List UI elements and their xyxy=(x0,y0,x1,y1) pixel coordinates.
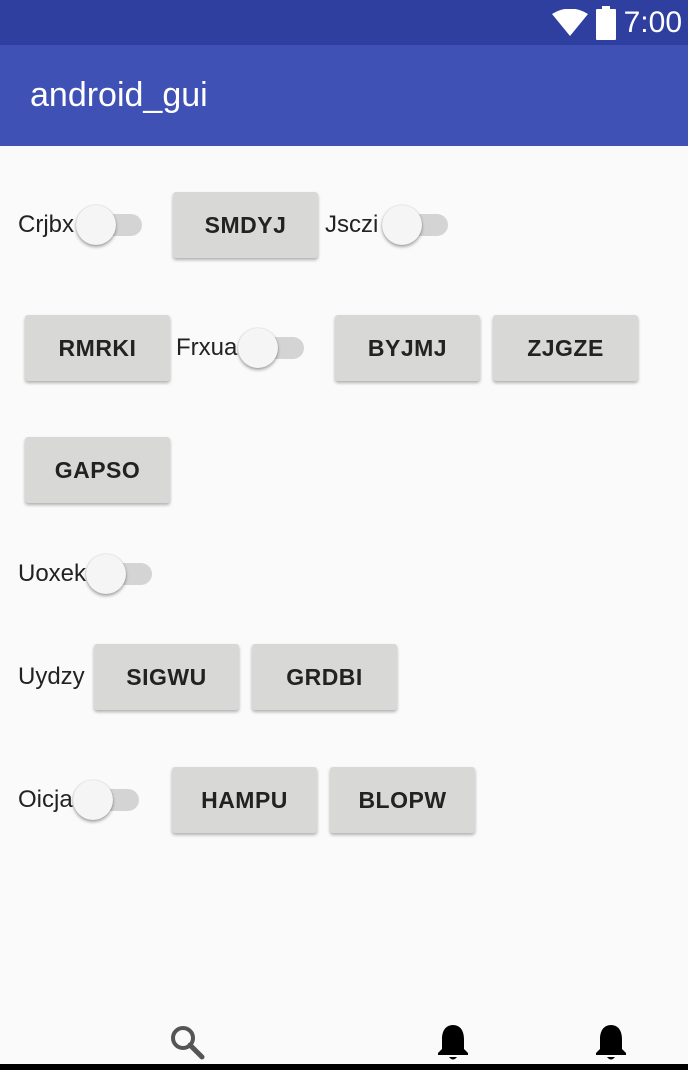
switch-label-uoxek: Uoxek xyxy=(18,560,87,587)
button-gapso[interactable]: GAPSO xyxy=(25,437,170,503)
app-bar: android_gui xyxy=(0,45,688,146)
switch-label-oicja: Oicja xyxy=(18,786,73,813)
button-smdyj[interactable]: SMDYJ xyxy=(173,192,318,258)
switch-thumb xyxy=(382,205,422,245)
navigation-bar-edge xyxy=(0,1064,688,1070)
button-grdbi[interactable]: GRDBI xyxy=(252,644,397,710)
status-bar: 7:00 xyxy=(0,0,688,45)
app-title: android_gui xyxy=(30,76,208,114)
switch-uoxek[interactable] xyxy=(86,554,152,594)
switch-jsczi[interactable] xyxy=(382,205,448,245)
switch-label-jsczi: Jsczi xyxy=(325,211,379,238)
switch-thumb xyxy=(238,328,278,368)
button-blopw[interactable]: BLOPW xyxy=(330,767,475,833)
button-hampu[interactable]: HAMPU xyxy=(172,767,317,833)
switch-crjbx[interactable] xyxy=(76,205,142,245)
switch-oicja[interactable] xyxy=(73,780,139,820)
status-icons: 7:00 xyxy=(551,0,682,45)
switch-label-frxua: Frxua xyxy=(176,334,238,361)
switch-frxua[interactable] xyxy=(238,328,304,368)
label-uydzy: Uydzy xyxy=(18,663,85,690)
button-rmrki[interactable]: RMRKI xyxy=(25,315,170,381)
switch-label-crjbx: Crjbx xyxy=(18,211,75,238)
wifi-icon xyxy=(551,8,588,37)
search-icon[interactable] xyxy=(167,1020,207,1064)
bell-icon[interactable] xyxy=(591,1020,631,1064)
switch-thumb xyxy=(73,780,113,820)
switch-thumb xyxy=(76,205,116,245)
switch-thumb xyxy=(86,554,126,594)
button-byjmj[interactable]: BYJMJ xyxy=(335,315,480,381)
battery-icon xyxy=(595,5,616,40)
button-sigwu[interactable]: SIGWU xyxy=(94,644,239,710)
bell-icon[interactable] xyxy=(433,1020,473,1064)
button-zjgze[interactable]: ZJGZE xyxy=(493,315,638,381)
status-time: 7:00 xyxy=(623,5,682,39)
